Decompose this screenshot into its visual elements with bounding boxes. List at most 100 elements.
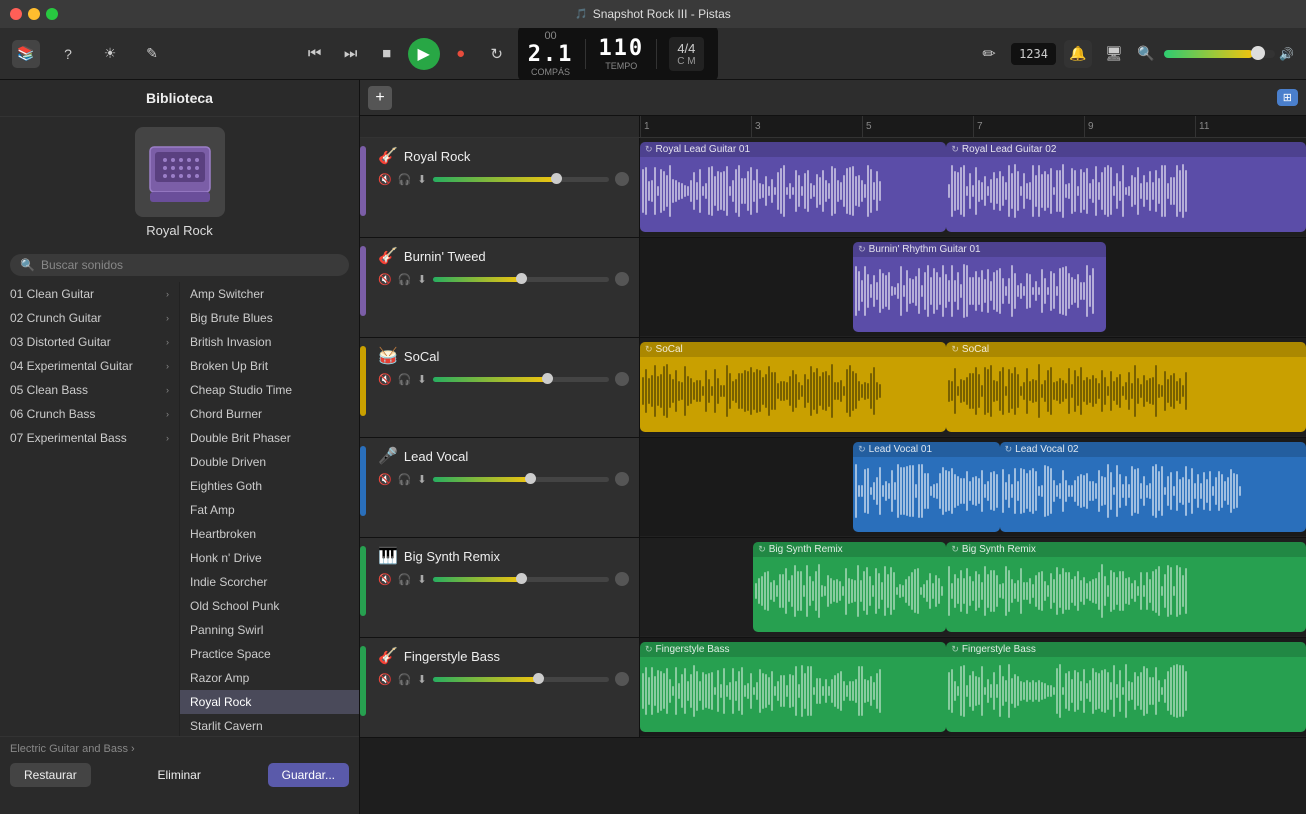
cycle-button[interactable]: ↻ [482,40,512,68]
track-volume-slider[interactable] [433,477,609,482]
arm-button[interactable]: ⬇ [417,673,426,686]
audio-clip[interactable]: ↻Big Synth Remix [946,542,1306,632]
preset-item[interactable]: Amp Switcher [180,282,359,306]
mute-button[interactable]: 🔇 [378,373,392,386]
close-button[interactable] [10,8,22,20]
solo-button[interactable]: 🎧 [398,273,412,286]
preset-item[interactable]: Panning Swirl [180,618,359,642]
solo-button[interactable]: 🎧 [398,473,412,486]
preset-item[interactable]: Double Brit Phaser [180,426,359,450]
audio-clip[interactable]: ↻Royal Lead Guitar 01 [640,142,946,232]
track-volume-knob[interactable] [533,673,544,684]
track-volume-knob[interactable] [516,273,527,284]
preset-item[interactable]: Razor Amp [180,666,359,690]
fullscreen-button[interactable] [46,8,58,20]
category-item[interactable]: 01 Clean Guitar› [0,282,179,306]
arm-button[interactable]: ⬇ [417,373,426,386]
smart-controls-icon[interactable]: ☀ [96,40,124,68]
preset-item[interactable]: Big Brute Blues [180,306,359,330]
solo-button[interactable]: 🎧 [398,173,412,186]
volume-slider[interactable]: 🔊 [1164,47,1294,61]
audio-clip[interactable]: ↻Fingerstyle Bass [640,642,946,732]
preset-item[interactable]: Starlit Cavern [180,714,359,736]
preset-item[interactable]: Indie Scorcher [180,570,359,594]
track-volume-slider[interactable] [433,277,609,282]
help-icon[interactable]: ? [54,40,82,68]
save-button[interactable]: Guardar... [268,763,349,787]
main-area: Biblioteca [0,80,1306,814]
audio-clip[interactable]: ↻Lead Vocal 02 [1000,442,1306,532]
tracks-scroll[interactable]: 1357911 🎸Royal Rock🔇🎧⬇↻Royal Lead Guitar… [360,116,1306,814]
time-signature[interactable]: 4/4 C M [669,37,703,71]
restore-button[interactable]: Restaurar [10,763,91,787]
solo-button[interactable]: 🎧 [398,673,412,686]
track-volume-slider[interactable] [433,577,609,582]
track-volume-slider[interactable] [433,377,609,382]
track-volume-knob[interactable] [551,173,562,184]
preset-item[interactable]: Royal Rock [180,690,359,714]
track-volume-knob[interactable] [516,573,527,584]
arm-button[interactable]: ⬇ [417,573,426,586]
preset-item[interactable]: British Invasion [180,330,359,354]
pencil-tool-icon[interactable]: ✏ [975,40,1003,68]
category-item[interactable]: 04 Experimental Guitar› [0,354,179,378]
mute-button[interactable]: 🔇 [378,273,392,286]
category-item[interactable]: 03 Distorted Guitar› [0,330,179,354]
preset-item[interactable]: Eighties Goth [180,474,359,498]
audio-clip[interactable]: ↻Fingerstyle Bass [946,642,1306,732]
minimize-button[interactable] [28,8,40,20]
search-icon[interactable]: 🔍 [1132,40,1160,68]
mute-button[interactable]: 🔇 [378,673,392,686]
rewind-button[interactable]: ⏮ [300,40,330,68]
audio-clip[interactable]: ↻Big Synth Remix [753,542,946,632]
preset-item[interactable]: Chord Burner [180,402,359,426]
track-volume-slider[interactable] [433,177,609,182]
track-volume-slider[interactable] [433,677,609,682]
solo-button[interactable]: 🎧 [398,573,412,586]
solo-button[interactable]: 🎧 [398,373,412,386]
search-input[interactable] [41,258,339,272]
audio-clip[interactable]: ↻Burnin' Rhythm Guitar 01 [853,242,1106,332]
screen-icon[interactable]: 🖥 [1100,40,1128,68]
preset-item[interactable]: Broken Up Brit [180,354,359,378]
arm-button[interactable]: ⬇ [417,273,426,286]
tracks-area: 1357911 🎸Royal Rock🔇🎧⬇↻Royal Lead Guitar… [360,116,1306,814]
category-item[interactable]: 07 Experimental Bass› [0,426,179,450]
preset-item[interactable]: Practice Space [180,642,359,666]
metronome-icon[interactable]: 🔔 [1064,40,1092,68]
preset-item[interactable]: Heartbroken [180,522,359,546]
mute-button[interactable]: 🔇 [378,573,392,586]
record-button[interactable]: ● [446,40,476,68]
search-box[interactable]: 🔍 [10,254,349,276]
audio-clip[interactable]: ↻Royal Lead Guitar 02 [946,142,1306,232]
audio-clip[interactable]: ↻SoCal [640,342,946,432]
delete-button[interactable]: Eliminar [143,763,214,787]
track-volume-knob[interactable] [525,473,536,484]
category-item[interactable]: 02 Crunch Guitar› [0,306,179,330]
add-track-button[interactable]: + [368,86,392,110]
track-volume-knob[interactable] [542,373,553,384]
preset-item[interactable]: Double Driven [180,450,359,474]
preset-item[interactable]: Honk n' Drive [180,546,359,570]
pencil-icon[interactable]: ✎ [138,40,166,68]
mute-button[interactable]: 🔇 [378,473,392,486]
preset-item[interactable]: Fat Amp [180,498,359,522]
category-item[interactable]: 06 Crunch Bass› [0,402,179,426]
mute-button[interactable]: 🔇 [378,173,392,186]
play-button[interactable]: ▶ [408,38,440,70]
preset-item[interactable]: Cheap Studio Time [180,378,359,402]
window-controls[interactable] [10,8,58,20]
preset-item[interactable]: Old School Punk [180,594,359,618]
category-item[interactable]: 05 Clean Bass› [0,378,179,402]
snap-button[interactable]: ⊞ [1277,89,1298,106]
track-type-icon: 🎸 [378,246,398,266]
track-level-meter [615,472,629,486]
arm-button[interactable]: ⬇ [417,173,426,186]
library-icon[interactable]: 📚 [12,40,40,68]
arm-button[interactable]: ⬇ [417,473,426,486]
audio-clip[interactable]: ↻SoCal [946,342,1306,432]
stop-button[interactable]: ■ [372,40,402,68]
fast-forward-button[interactable]: ⏭ [336,40,366,68]
track-content: ↻Burnin' Rhythm Guitar 01 [640,238,1306,337]
audio-clip[interactable]: ↻Lead Vocal 01 [853,442,1000,532]
